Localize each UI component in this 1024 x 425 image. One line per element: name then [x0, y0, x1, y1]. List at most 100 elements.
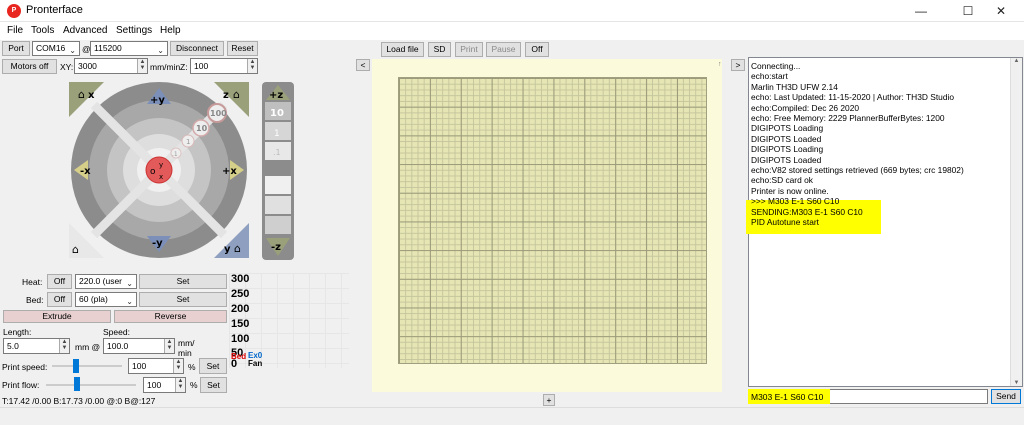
print-speed-set-button[interactable]: Set — [199, 358, 227, 374]
length-value: 5.0 — [7, 341, 19, 351]
close-button[interactable]: ✕ — [978, 0, 1024, 22]
speed-spin-buttons[interactable]: ▲ ▼ — [164, 339, 174, 353]
port-button[interactable]: Port — [2, 41, 30, 56]
console-line: echo:start — [751, 71, 788, 82]
z-step-1-label: 1 — [274, 129, 280, 139]
z-jog-control[interactable]: +z 10 1 .1 -z — [262, 82, 294, 260]
chevron-down-icon: ⌄ — [157, 46, 164, 55]
graph-tick: 200 — [231, 303, 250, 315]
scroll-up-icon[interactable]: ▲ — [1011, 58, 1022, 64]
z-down-01-button[interactable] — [265, 176, 291, 194]
console-line: DIGIPOTS Loaded — [751, 154, 822, 165]
heat-temp-select[interactable]: 220.0 (user ⌄ — [75, 274, 137, 289]
window-title: Pronterface — [26, 4, 83, 16]
xy-spin-buttons[interactable]: ▲ ▼ — [137, 59, 147, 73]
console-log[interactable]: Connecting... echo:start Marlin TH3D UFW 2… — [746, 57, 1023, 387]
z-plus-label: +z — [269, 90, 283, 101]
send-button[interactable]: Send — [991, 389, 1021, 404]
scroll-down-icon[interactable]: ▼ — [1011, 380, 1022, 386]
menu-help[interactable]: Help — [160, 25, 181, 36]
z-spin-buttons[interactable]: ▲ ▼ — [247, 59, 257, 73]
print-speed-label: Print speed: — [2, 362, 48, 372]
off-button[interactable]: Off — [525, 42, 549, 57]
legend-bed: Bed — [231, 352, 247, 361]
bed-off-button[interactable]: Off — [47, 292, 72, 307]
console-line: echo:V82 stored settings retrieved (669 … — [751, 165, 964, 176]
motors-off-button[interactable]: Motors off — [2, 59, 57, 74]
extrude-button[interactable]: Extrude — [3, 310, 111, 323]
xy-jog-control[interactable]: ⌂ x z ⌂ ⌂ y ⌂ +y -y -x +x 100 10 1 .1 o … — [64, 80, 254, 260]
status-bar — [0, 407, 1024, 425]
build-plate-grid[interactable] — [398, 77, 707, 364]
z-down-1-button[interactable] — [265, 196, 291, 214]
heat-temp-value: 220.0 (user — [79, 276, 122, 286]
load-file-button[interactable]: Load file — [381, 42, 424, 57]
minimize-button[interactable]: — — [898, 0, 944, 22]
z-step-01-label: .1 — [273, 148, 281, 157]
console-line: SENDING:M303 E-1 S60 C10 — [751, 206, 863, 217]
length-spin-buttons[interactable]: ▲ ▼ — [59, 339, 69, 353]
graph-tick: 150 — [231, 318, 250, 330]
port-select[interactable]: COM16 ⌄ — [32, 41, 80, 56]
z-minus-label: -z — [271, 242, 281, 253]
graph-tick: 300 — [231, 273, 250, 285]
port-value: COM16 — [36, 43, 66, 53]
z-down-10-button[interactable] — [265, 216, 291, 234]
menu-tools[interactable]: Tools — [31, 25, 54, 36]
menu-advanced[interactable]: Advanced — [63, 25, 107, 36]
home-icon: ⌂ — [78, 88, 85, 101]
z-step-10-label: 10 — [270, 108, 284, 119]
bed-set-button[interactable]: Set — [139, 292, 227, 307]
print-button[interactable]: Print — [455, 42, 483, 57]
print-speed-spin-buttons[interactable]: ▲ ▼ — [173, 359, 183, 373]
heat-set-button[interactable]: Set — [139, 274, 227, 289]
menu-file[interactable]: File — [7, 25, 23, 36]
collapse-left-button[interactable]: < — [356, 59, 370, 71]
plus-y-label: +y — [150, 95, 165, 106]
add-button[interactable]: + — [543, 394, 555, 406]
step-10-label: 10 — [196, 124, 208, 133]
print-speed-slider-track[interactable] — [52, 365, 122, 367]
speed-unit-label: min — [178, 348, 192, 358]
legend-fan: Fan — [248, 359, 263, 368]
plus-x-label: +x — [222, 166, 237, 177]
console-line: DIGIPOTS Loaded — [751, 133, 822, 144]
console-line: Connecting... — [751, 61, 801, 71]
heat-label: Heat: — [22, 277, 43, 287]
print-flow-spin-buttons[interactable]: ▲ ▼ — [175, 378, 185, 392]
center-y-label: y — [159, 161, 163, 169]
center-o-label: o — [150, 167, 156, 177]
baud-select[interactable]: 115200 ⌄ — [90, 41, 168, 56]
sd-button[interactable]: SD — [428, 42, 451, 57]
disconnect-button[interactable]: Disconnect — [170, 41, 224, 56]
chevron-down-icon: ⌄ — [126, 297, 133, 306]
temperature-status: T:17.42 /0.00 B:17.73 /0.00 @:0 B@:127 — [2, 396, 156, 406]
collapse-right-button[interactable]: > — [731, 59, 745, 71]
console-line: >>> M303 E-1 S60 C10 — [751, 196, 840, 207]
title-bar — [0, 0, 1024, 22]
z-label: Z: — [180, 62, 188, 72]
bed-temp-select[interactable]: 60 (pla) ⌄ — [75, 292, 137, 307]
print-flow-slider-thumb[interactable] — [73, 377, 80, 391]
reset-button[interactable]: Reset — [227, 41, 258, 56]
menu-settings[interactable]: Settings — [116, 25, 152, 36]
print-flow-slider-track[interactable] — [46, 384, 136, 386]
layer-up-icon[interactable]: ↑ — [718, 61, 722, 68]
console-line: PID Autotune start — [751, 217, 819, 228]
console-line: echo: Last Updated: 11-15-2020 | Author:… — [751, 92, 954, 103]
bed-temp-value: 60 (pla) — [79, 294, 108, 304]
command-value: M303 E-1 S60 C10 — [751, 392, 824, 402]
minus-y-label: -y — [152, 238, 163, 249]
reverse-button[interactable]: Reverse — [114, 310, 227, 323]
print-speed-slider-thumb[interactable] — [72, 359, 79, 373]
heat-off-button[interactable]: Off — [47, 274, 72, 289]
graph-tick: 100 — [231, 333, 250, 345]
z-value: 100 — [194, 61, 209, 71]
pause-button[interactable]: Pause — [486, 42, 521, 57]
console-scrollbar[interactable]: ▲ ▼ — [1010, 58, 1022, 386]
menu-bar — [0, 22, 1024, 40]
print-flow-set-button[interactable]: Set — [200, 377, 227, 393]
console-line: Printer is now online. — [751, 185, 829, 196]
center-x-label: x — [159, 173, 163, 181]
step-01-label: .1 — [172, 151, 178, 158]
